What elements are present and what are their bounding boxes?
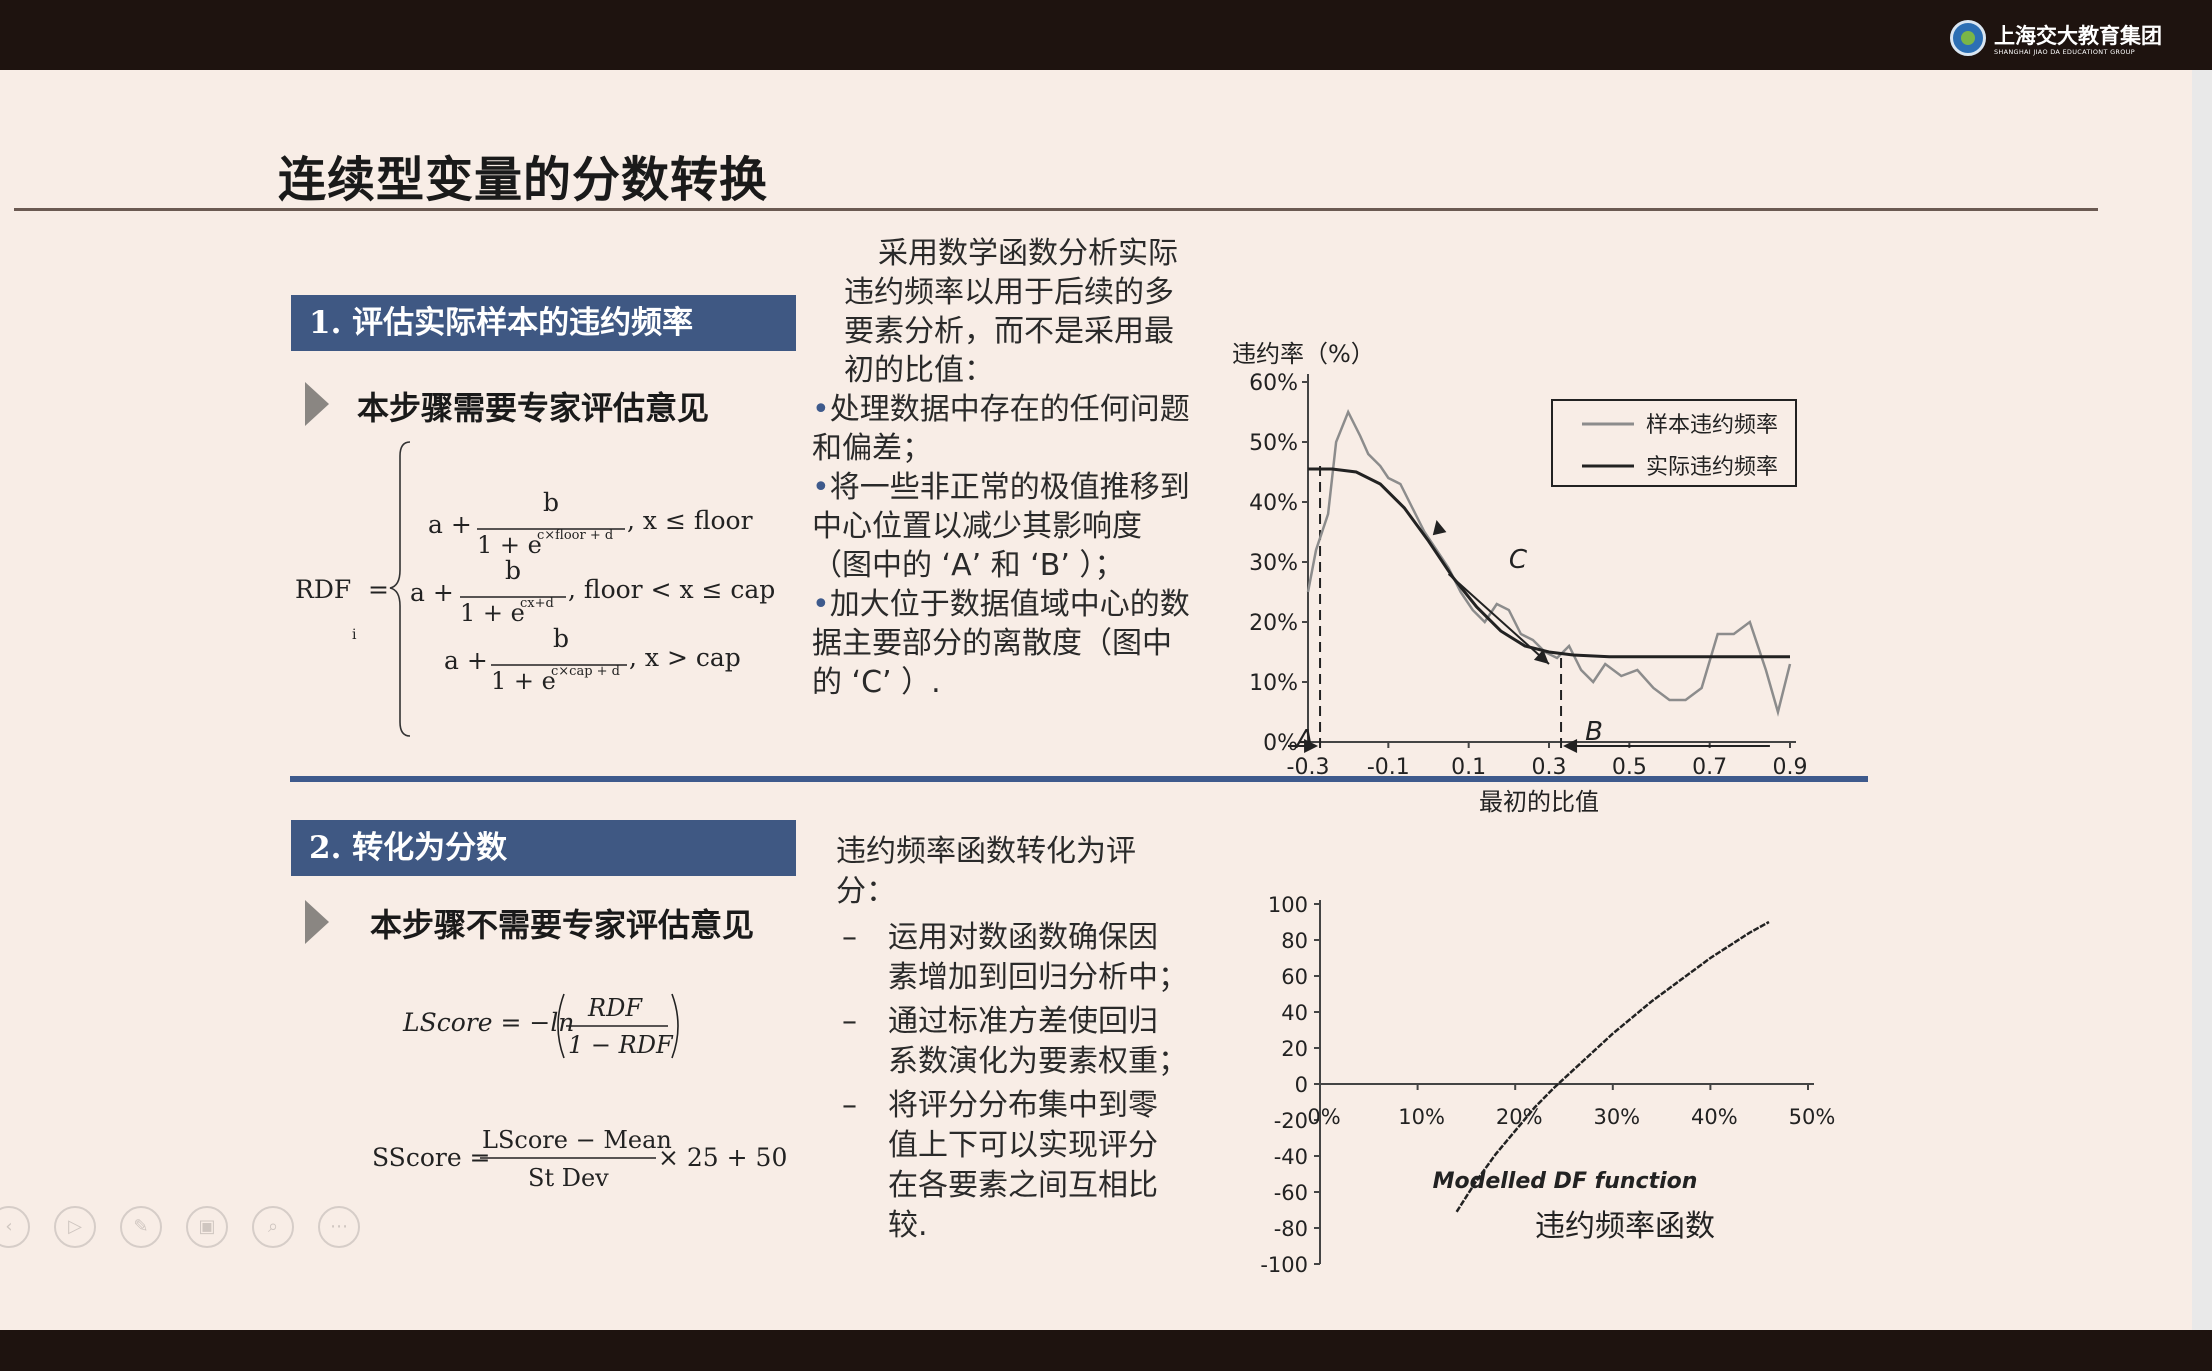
step2-description: 违约频率函数转化为评 分： – 运用对数函数确保因 素增加到回归分析中； – 通… xyxy=(836,832,1216,1246)
y-tick-label: -100 xyxy=(1260,1253,1308,1277)
slides-view-icon: ▣ xyxy=(198,1216,216,1237)
step1-bullet-line: 中心位置以减少其影响度 xyxy=(812,509,1142,544)
x-tick-label: 30% xyxy=(1593,1105,1640,1129)
step1-bullet-line: 的 ‘C’ ）. xyxy=(812,665,941,700)
step2-dash-line: 素增加到回归分析中； xyxy=(888,960,1188,995)
step2-dash-line: 较. xyxy=(888,1208,928,1243)
step1-intro-line: 违约频率以用于后续的多 xyxy=(844,275,1174,310)
y-axis-label: 违约率（%） xyxy=(1232,340,1375,368)
annotation-a: A xyxy=(1294,725,1314,755)
sscore-numerator: LScore − Mean xyxy=(482,1126,672,1154)
pen-icon: ✎ xyxy=(133,1216,149,1237)
y-tick-label: 40 xyxy=(1281,1001,1308,1025)
prev-slide-button[interactable]: ‹ xyxy=(0,1206,30,1248)
y-tick-label: 60 xyxy=(1281,965,1308,989)
step2-dash-item: – 将评分分布集中到零 值上下可以实现评分 在各要素之间互相比 较. xyxy=(836,1086,1216,1246)
sscore-lhs: SScore = xyxy=(372,1143,491,1172)
step2-intro-line: 分： xyxy=(836,874,896,909)
annotation-b: B xyxy=(1585,717,1603,747)
y-tick-label: 30% xyxy=(1249,551,1298,576)
play-icon: ▷ xyxy=(68,1216,82,1237)
sscore-denominator: St Dev xyxy=(528,1164,609,1192)
y-tick-label: 20% xyxy=(1249,611,1298,636)
step2-dash-item: – 运用对数函数确保因 素增加到回归分析中； xyxy=(836,918,1216,998)
more-icon: ⋯ xyxy=(330,1216,348,1237)
x-tick-label: 0% xyxy=(1307,1105,1340,1129)
step1-intro-line: 要素分析，而不是采用最 xyxy=(844,314,1174,349)
y-tick-label: -60 xyxy=(1274,1181,1308,1205)
y-tick-label: 20 xyxy=(1281,1037,1308,1061)
step1-bullet-line: （图中的 ‘A’ 和 ‘B’ ）； xyxy=(812,548,1125,583)
step2-dash-line: 系数演化为要素权重； xyxy=(888,1044,1188,1079)
logo-subtext: SHANGHAI JIAO DA EDUCATIONT GROUP xyxy=(1994,48,2135,56)
step1-bullet-line: 将一些非正常的极值推移到 xyxy=(812,468,1232,507)
step2-intro-line: 违约频率函数转化为评 xyxy=(836,834,1136,869)
step2-dash-line: 在各要素之间互相比 xyxy=(888,1168,1158,1203)
arrow-c-line xyxy=(1447,573,1550,665)
logo-text: 上海交大教育集团 xyxy=(1994,23,2162,48)
bottom-bar xyxy=(0,1330,2212,1371)
x-tick-label: 40% xyxy=(1691,1105,1738,1129)
step2-dash-item: – 通过标准方差使回归 系数演化为要素权重； xyxy=(836,1002,1216,1082)
chart-title: Modelled DF function xyxy=(1433,1169,1698,1194)
step1-bullet-line: 和偏差； xyxy=(812,431,932,466)
zoom-icon: ⌕ xyxy=(267,1216,279,1237)
play-button[interactable]: ▷ xyxy=(54,1206,96,1248)
y-tick-label: -40 xyxy=(1274,1145,1308,1169)
lscore-lhs: LScore = −ln xyxy=(403,1008,575,1037)
y-tick-label: -80 xyxy=(1274,1217,1308,1241)
x-tick-label: 50% xyxy=(1789,1105,1836,1129)
step2-dash-line: 值上下可以实现评分 xyxy=(888,1128,1158,1163)
y-tick-label: 0% xyxy=(1263,731,1298,756)
step1-bullet-line: 处理数据中存在的任何问题 xyxy=(812,390,1232,429)
slide-canvas: 连续型变量的分数转换 1. 评估实际样本的违约频率 本步骤需要专家评估意见 RD… xyxy=(0,70,2192,1330)
dash-marker: – xyxy=(842,920,857,955)
dash-marker: – xyxy=(842,1088,857,1123)
step1-intro-line: 初的比值： xyxy=(844,353,994,388)
y-tick-label: 10% xyxy=(1249,671,1298,696)
y-tick-label: -20 xyxy=(1274,1109,1308,1133)
modelled-df-chart: 100806040200-20-40-60-80-1000% 10% 20% 30% 4… xyxy=(1260,893,1836,1277)
legend-label: 样本违约频率 xyxy=(1646,413,1778,438)
step1-description: 采用数学函数分析实际 违约频率以用于后续的多 要素分析，而不是采用最 初的比值：… xyxy=(812,234,1232,702)
pen-button[interactable]: ✎ xyxy=(120,1206,162,1248)
y-tick-label: 60% xyxy=(1249,371,1298,396)
top-bar: 上海交大教育集团 SHANGHAI JIAO DA EDUCATIONT GRO… xyxy=(0,0,2212,70)
step2-dash-line: 运用对数函数确保因 xyxy=(888,920,1158,955)
default-rate-chart: 违约率（%）0%10%20%30%40%50%60%-0.3 -0.1 0.1 0.3… xyxy=(1232,340,1808,816)
y-tick-label: 40% xyxy=(1249,491,1298,516)
zoom-button[interactable]: ⌕ xyxy=(252,1206,294,1248)
lscore-denominator: 1 − RDF xyxy=(568,1031,673,1059)
annotation-c: C xyxy=(1509,545,1528,575)
step1-bullet-line: 据主要部分的离散度（图中 xyxy=(812,626,1172,661)
sscore-tail: × 25 + 50 xyxy=(658,1143,788,1172)
step2-dash-line: 将评分分布集中到零 xyxy=(888,1088,1158,1123)
score-formula-lines xyxy=(480,993,679,1159)
y-tick-label: 50% xyxy=(1249,431,1298,456)
step1-bullet-line: 加大位于数据值域中心的数 xyxy=(812,585,1232,624)
legend-label: 实际违约频率 xyxy=(1646,455,1778,480)
y-tick-label: 100 xyxy=(1268,893,1308,917)
y-tick-label: 0 xyxy=(1295,1073,1308,1097)
x-tick-label: 10% xyxy=(1398,1105,1445,1129)
chart-caption: 违约频率函数 xyxy=(1535,1209,1715,1244)
prev-slide-icon: ‹ xyxy=(5,1216,13,1237)
step2-dash-line: 通过标准方差使回归 xyxy=(888,1004,1158,1039)
dash-marker: – xyxy=(842,1004,857,1039)
arrow-c-head-icon-2 xyxy=(1432,520,1447,536)
window-scroll-strip xyxy=(2192,70,2212,1330)
brand-logo: 上海交大教育集团 SHANGHAI JIAO DA EDUCATIONT GRO… xyxy=(1950,18,2170,62)
actual-default-series-line xyxy=(1308,467,1790,659)
lscore-numerator: RDF xyxy=(588,994,642,1022)
logo-emblem-icon xyxy=(1950,20,1986,56)
y-tick-label: 80 xyxy=(1281,929,1308,953)
more-button[interactable]: ⋯ xyxy=(318,1206,360,1248)
step1-intro-line: 采用数学函数分析实际 xyxy=(878,236,1178,271)
slides-view-button[interactable]: ▣ xyxy=(186,1206,228,1248)
